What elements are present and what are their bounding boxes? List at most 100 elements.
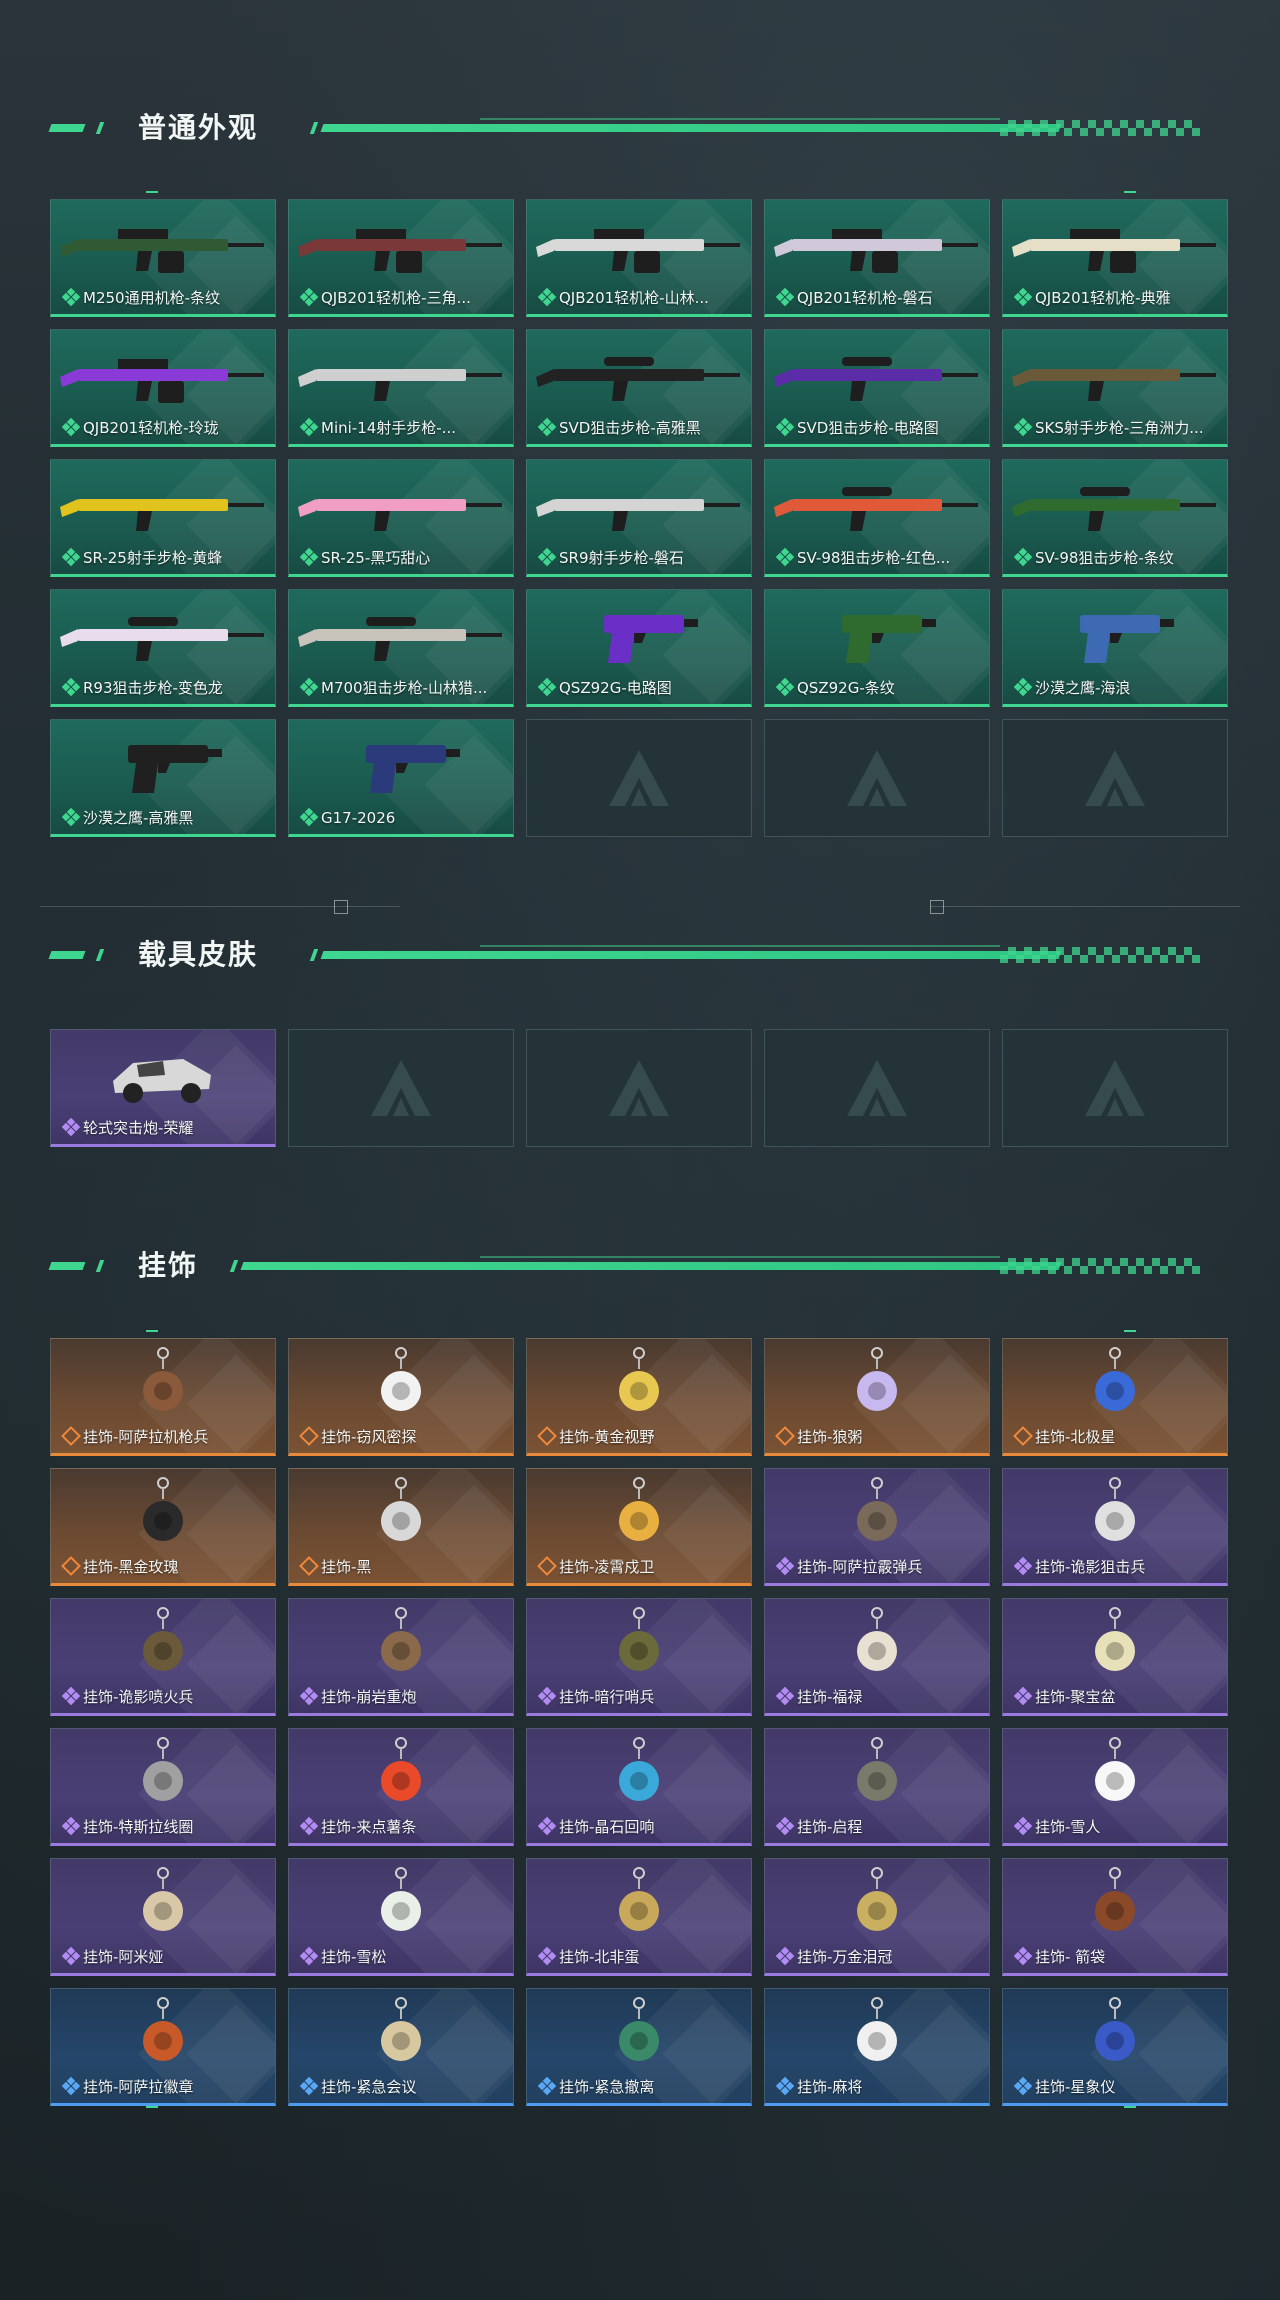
charm-icon (1003, 1605, 1227, 1685)
item-label: 挂饰-星象仪 (1035, 2078, 1116, 2096)
charm-icon (51, 1995, 275, 2075)
item-label: 挂饰-黄金视野 (559, 1428, 655, 1446)
vehicle-skin-card[interactable]: 轮式突击炮-荣耀 (50, 1029, 276, 1147)
charm-card[interactable]: 挂饰-阿萨拉机枪兵 (50, 1338, 276, 1456)
charm-icon (765, 1475, 989, 1555)
weapon-skin-card[interactable]: SKS射手步枪-三角洲力... (1002, 329, 1228, 447)
weapon-skin-card[interactable]: SV-98狙击步枪-红色... (764, 459, 990, 577)
empty-slot (764, 719, 990, 837)
charm-card[interactable]: 挂饰-阿萨拉徽章 (50, 1988, 276, 2106)
charm-icon (51, 1735, 275, 1815)
rifle-icon (289, 466, 513, 546)
rarity-icon (299, 1426, 319, 1446)
rarity-icon (775, 417, 795, 437)
weapon-skin-card[interactable]: QJB201轻机枪-典雅 (1002, 199, 1228, 317)
charm-card[interactable]: 挂饰-黄金视野 (526, 1338, 752, 1456)
charm-card[interactable]: 挂饰-紧急撤离 (526, 1988, 752, 2106)
weapon-skin-card[interactable]: 沙漠之鹰-高雅黑 (50, 719, 276, 837)
rarity-icon (775, 1426, 795, 1446)
charm-card[interactable]: 挂饰-紧急会议 (288, 1988, 514, 2106)
weapon-skin-card[interactable]: QJB201轻机枪-三角... (288, 199, 514, 317)
weapon-skin-card[interactable]: Mini-14射手步枪-... (288, 329, 514, 447)
rarity-icon (775, 547, 795, 567)
rarity-icon (299, 677, 319, 697)
rarity-icon (537, 547, 557, 567)
charm-card[interactable]: 挂饰-聚宝盆 (1002, 1598, 1228, 1716)
rarity-icon (61, 287, 81, 307)
charm-card[interactable]: 挂饰-万金泪冠 (764, 1858, 990, 1976)
weapon-skin-card[interactable]: SR9射手步枪-磐石 (526, 459, 752, 577)
weapon-skin-card[interactable]: SVD狙击步枪-电路图 (764, 329, 990, 447)
sniper-rifle-icon (765, 336, 989, 416)
divider (930, 906, 1240, 907)
charm-icon (1003, 1345, 1227, 1425)
weapon-skin-card[interactable]: 沙漠之鹰-海浪 (1002, 589, 1228, 707)
item-label: SV-98狙击步枪-红色... (797, 549, 951, 567)
item-label: SR-25-黑巧甜心 (321, 549, 431, 567)
weapon-skin-card[interactable]: QJB201轻机枪-山林... (526, 199, 752, 317)
item-label: QJB201轻机枪-典雅 (1035, 289, 1171, 307)
item-label: 挂饰-雪人 (1035, 1818, 1101, 1836)
charm-card[interactable]: 挂饰-暗行哨兵 (526, 1598, 752, 1716)
rarity-icon (775, 1556, 795, 1576)
weapon-skin-card[interactable]: SR-25射手步枪-黄蜂 (50, 459, 276, 577)
charm-card[interactable]: 挂饰-黑 (288, 1468, 514, 1586)
weapon-skin-card[interactable]: SVD狙击步枪-高雅黑 (526, 329, 752, 447)
item-label: 挂饰- 箭袋 (1035, 1948, 1106, 1966)
charm-card[interactable]: 挂饰-北非蛋 (526, 1858, 752, 1976)
weapon-skin-card[interactable]: SR-25-黑巧甜心 (288, 459, 514, 577)
weapon-skin-card[interactable]: G17-2026 (288, 719, 514, 837)
placeholder-logo-icon (371, 1060, 431, 1116)
charm-card[interactable]: 挂饰-来点薯条 (288, 1728, 514, 1846)
charm-card[interactable]: 挂饰-崩岩重炮 (288, 1598, 514, 1716)
rarity-icon (537, 1686, 557, 1706)
charm-card[interactable]: 挂饰-麻将 (764, 1988, 990, 2106)
weapon-skin-card[interactable]: M250通用机枪-条纹 (50, 199, 276, 317)
charm-card[interactable]: 挂饰-黑金玫瑰 (50, 1468, 276, 1586)
charm-card[interactable]: 挂饰-凌霄戍卫 (526, 1468, 752, 1586)
charm-card[interactable]: 挂饰-启程 (764, 1728, 990, 1846)
item-label: QJB201轻机枪-玲珑 (83, 419, 219, 437)
light-machine-gun-icon (1003, 206, 1227, 286)
charm-card[interactable]: 挂饰-狼粥 (764, 1338, 990, 1456)
charm-card[interactable]: 挂饰-诡影喷火兵 (50, 1598, 276, 1716)
rarity-icon (1013, 2076, 1033, 2096)
weapon-skin-card[interactable]: SV-98狙击步枪-条纹 (1002, 459, 1228, 577)
weapon-skin-card[interactable]: R93狙击步枪-变色龙 (50, 589, 276, 707)
charm-card[interactable]: 挂饰-特斯拉线圈 (50, 1728, 276, 1846)
weapon-skin-card[interactable]: M700狙击步枪-山林猎... (288, 589, 514, 707)
rarity-icon (299, 1816, 319, 1836)
charm-card[interactable]: 挂饰-晶石回响 (526, 1728, 752, 1846)
weapon-skin-card[interactable]: QJB201轻机枪-玲珑 (50, 329, 276, 447)
item-label: SVD狙击步枪-电路图 (797, 419, 939, 437)
charm-card[interactable]: 挂饰-福禄 (764, 1598, 990, 1716)
item-label: SR-25射手步枪-黄蜂 (83, 549, 223, 567)
item-label: 挂饰-福禄 (797, 1688, 863, 1706)
charm-card[interactable]: 挂饰- 箭袋 (1002, 1858, 1228, 1976)
charm-card[interactable]: 挂饰-阿米娅 (50, 1858, 276, 1976)
light-machine-gun-icon (765, 206, 989, 286)
rarity-icon (537, 417, 557, 437)
rarity-icon (775, 677, 795, 697)
charm-card[interactable]: 挂饰-雪松 (288, 1858, 514, 1976)
item-label: 挂饰-麻将 (797, 2078, 863, 2096)
section-title: 挂饰 (138, 1249, 199, 1282)
item-label: M700狙击步枪-山林猎... (321, 679, 488, 697)
rarity-icon (1013, 677, 1033, 697)
rarity-icon (1013, 287, 1033, 307)
rarity-icon (299, 1946, 319, 1966)
item-label: 挂饰-阿米娅 (83, 1948, 164, 1966)
item-label: 挂饰-阿萨拉机枪兵 (83, 1428, 209, 1446)
charm-card[interactable]: 挂饰-星象仪 (1002, 1988, 1228, 2106)
charm-card[interactable]: 挂饰-北极星 (1002, 1338, 1228, 1456)
charm-card[interactable]: 挂饰-诡影狙击兵 (1002, 1468, 1228, 1586)
weapon-skin-card[interactable]: QSZ92G-条纹 (764, 589, 990, 707)
charm-card[interactable]: 挂饰-窃风密探 (288, 1338, 514, 1456)
section-header-vehicles: 载具皮肤 (48, 935, 1230, 975)
charm-card[interactable]: 挂饰-阿萨拉霰弹兵 (764, 1468, 990, 1586)
charm-card[interactable]: 挂饰-雪人 (1002, 1728, 1228, 1846)
item-label: Mini-14射手步枪-... (321, 419, 457, 437)
weapon-skin-card[interactable]: QJB201轻机枪-磐石 (764, 199, 990, 317)
item-label: 挂饰-诡影狙击兵 (1035, 1558, 1146, 1576)
weapon-skin-card[interactable]: QSZ92G-电路图 (526, 589, 752, 707)
